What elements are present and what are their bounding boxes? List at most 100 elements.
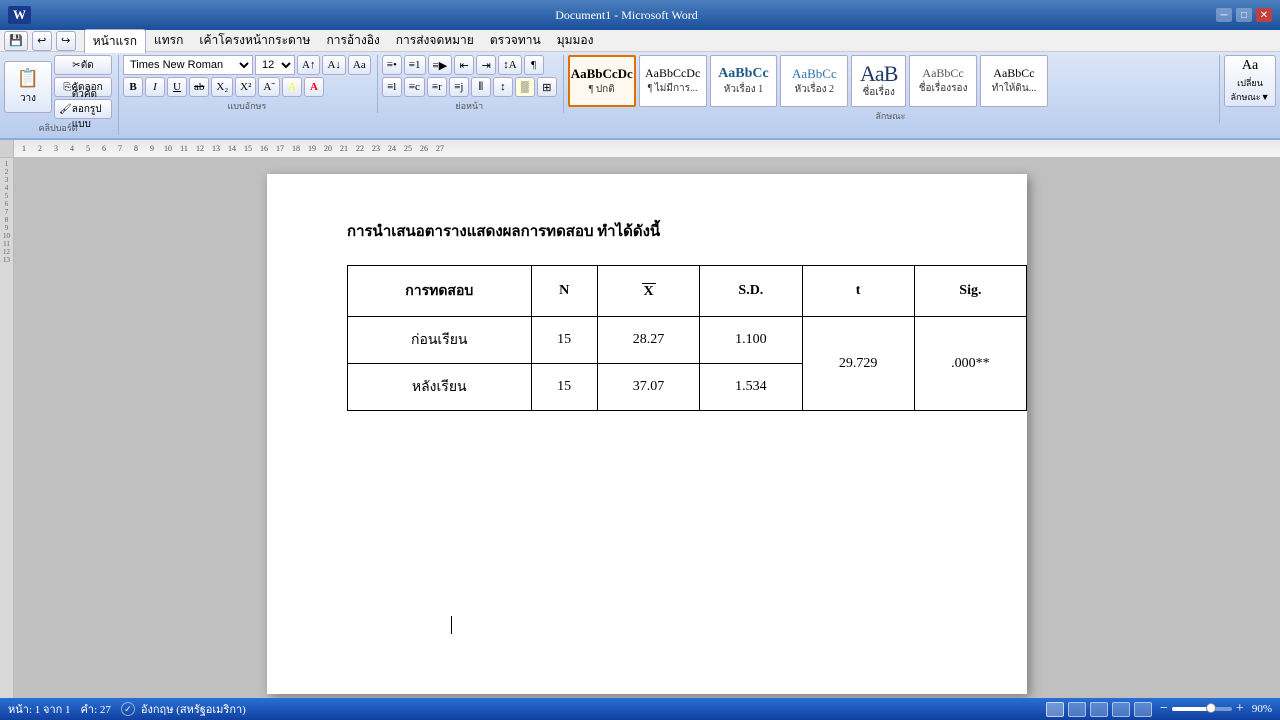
multilevel-button[interactable]: ≡▶ — [428, 55, 453, 75]
col-header-n: N — [531, 266, 597, 317]
view-print-button[interactable] — [1046, 702, 1064, 717]
grow-font-button[interactable]: A↑ — [297, 55, 320, 75]
clipboard-group: 📋 วาง ✂ ตัด ⎘ คัดลอก 🖌 ตัวคัดลอกรูปแบบ ค… — [4, 55, 119, 135]
cell-sig-merged: .000** — [914, 317, 1026, 411]
border-button[interactable]: ⊞ — [537, 77, 557, 97]
cell-n-1: 15 — [531, 317, 597, 364]
align-right-button[interactable]: ≡r — [427, 77, 447, 97]
menu-view[interactable]: มุมมอง — [549, 29, 602, 52]
menu-home[interactable]: หน้าแรก — [84, 29, 146, 53]
title-bar-text: Document1 - Microsoft Word — [37, 8, 1216, 23]
document-heading: การนำเสนอตารางแสดงผลการทดสอบ ทำได้ดังนี้ — [347, 219, 967, 243]
shrink-font-button[interactable]: A↓ — [322, 55, 345, 75]
styles-group: AaBbCcDc ¶ ปกติ AaBbCcDc ¶ ไม่มีการ... A… — [568, 55, 1220, 123]
numbering-button[interactable]: ≡1 — [404, 55, 426, 75]
bullets-button[interactable]: ≡• — [382, 55, 402, 75]
language: อังกฤษ (สหรัฐอเมริกา) — [141, 700, 246, 718]
col-header-sd: S.D. — [700, 266, 802, 317]
menu-references[interactable]: การอ้างอิง — [318, 29, 387, 52]
font-color-button[interactable]: A — [304, 77, 324, 97]
align-center-button[interactable]: ≡c — [404, 77, 425, 97]
decrease-indent-button[interactable]: ⇤ — [454, 55, 474, 75]
style-no-spacing[interactable]: AaBbCcDc ¶ ไม่มีการ... — [639, 55, 707, 107]
italic-button[interactable]: I — [145, 77, 165, 97]
font-group-label: แบบอักษร — [123, 99, 371, 113]
cell-xbar-1: 28.27 — [597, 317, 699, 364]
quick-access-save[interactable]: 💾 — [4, 31, 28, 51]
strikethrough-button[interactable]: ab — [189, 77, 209, 97]
view-fullscreen-button[interactable] — [1068, 702, 1086, 717]
style-emphasis[interactable]: AaBbCc ทำให้ดิน... — [980, 55, 1048, 107]
word-count: คำ: 27 — [81, 700, 111, 718]
ruler-corner — [0, 140, 14, 157]
columns-button[interactable]: ⫴ — [471, 77, 491, 97]
style-title[interactable]: AaB ชื่อเรื่อง — [851, 55, 906, 107]
format-painter-button[interactable]: 🖌 ตัวคัดลอกรูปแบบ — [54, 99, 112, 119]
paragraph-group-label: ย่อหน้า — [382, 99, 557, 113]
shading-button[interactable]: ▒ — [515, 77, 535, 97]
justify-button[interactable]: ≡j — [449, 77, 469, 97]
zoom-level: 90% — [1252, 703, 1272, 715]
menu-layout[interactable]: เค้าโครงหน้ากระดาษ — [191, 29, 318, 52]
zoom-out-button[interactable]: − — [1160, 701, 1168, 717]
view-draft-button[interactable] — [1134, 702, 1152, 717]
app-icon: W — [8, 6, 31, 24]
style-heading1[interactable]: AaBbCc หัวเรื่อง 1 — [710, 55, 778, 107]
style-subtitle[interactable]: AaBbCc ชื่อเรื่องรอง — [909, 55, 977, 107]
editing-group: Aa เปลี่ยนลักษณะ▼ — [1224, 55, 1276, 107]
clipboard-group-label: คลิปบอร์ด — [38, 121, 77, 135]
align-left-button[interactable]: ≡l — [382, 77, 402, 97]
col-header-test: การทดสอบ — [348, 266, 532, 317]
styles-group-label: ลักษณะ — [568, 109, 1213, 123]
sort-button[interactable]: ↕A — [498, 55, 521, 75]
view-outline-button[interactable] — [1112, 702, 1130, 717]
cell-test-2: หลังเรียน — [348, 364, 532, 411]
text-effects-button[interactable]: A˜ — [258, 77, 280, 97]
paste-label: วาง — [20, 91, 36, 106]
menu-mailings[interactable]: การส่งจดหมาย — [388, 29, 482, 52]
spelling-check-icon: ✓ — [121, 702, 135, 716]
increase-indent-button[interactable]: ⇥ — [476, 55, 496, 75]
change-styles-button[interactable]: Aa เปลี่ยนลักษณะ▼ — [1224, 55, 1276, 107]
superscript-button[interactable]: X² — [235, 77, 256, 97]
clear-format-button[interactable]: Aa — [348, 55, 371, 75]
vertical-ruler: 12345678910111213 — [0, 158, 14, 706]
font-name-select[interactable]: Times New Roman — [123, 55, 253, 75]
paragraph-group: ≡• ≡1 ≡▶ ⇤ ⇥ ↕A ¶ ≡l ≡c ≡r ≡j ⫴ ↕ ▒ ⊞ ย่… — [382, 55, 564, 113]
highlight-button[interactable]: A — [282, 77, 302, 97]
cell-sd-1: 1.100 — [700, 317, 802, 364]
style-heading2[interactable]: AaBbCc หัวเรื่อง 2 — [780, 55, 848, 107]
bold-button[interactable]: B — [123, 77, 143, 97]
show-hide-button[interactable]: ¶ — [524, 55, 544, 75]
col-header-xbar: X — [597, 266, 699, 317]
quick-access-undo[interactable]: ↩ — [32, 31, 52, 51]
document-page: การนำเสนอตารางแสดงผลการทดสอบ ทำได้ดังนี้… — [267, 174, 1027, 694]
line-spacing-button[interactable]: ↕ — [493, 77, 513, 97]
font-size-select[interactable]: 12 — [255, 55, 295, 75]
minimize-button[interactable]: ─ — [1216, 8, 1232, 22]
document-scroll-area[interactable]: การนำเสนอตารางแสดงผลการทดสอบ ทำได้ดังนี้… — [14, 158, 1280, 706]
status-bar: หน้า: 1 จาก 1 คำ: 27 ✓ อังกฤษ (สหรัฐอเมร… — [0, 698, 1280, 720]
close-button[interactable]: ✕ — [1256, 8, 1272, 22]
font-group: Times New Roman 12 A↑ A↓ Aa B I U ab X₂ … — [123, 55, 378, 113]
maximize-button[interactable]: □ — [1236, 8, 1252, 22]
cell-t-merged: 29.729 — [802, 317, 914, 411]
text-cursor — [451, 616, 452, 634]
col-header-t: t — [802, 266, 914, 317]
view-web-button[interactable] — [1090, 702, 1108, 717]
style-normal[interactable]: AaBbCcDc ¶ ปกติ — [568, 55, 636, 107]
subscript-button[interactable]: X₂ — [211, 77, 233, 97]
menu-insert[interactable]: แทรก — [146, 29, 191, 52]
zoom-in-button[interactable]: + — [1236, 701, 1244, 717]
cell-xbar-2: 37.07 — [597, 364, 699, 411]
cell-test-1: ก่อนเรียน — [348, 317, 532, 364]
cut-button[interactable]: ✂ ตัด — [54, 55, 112, 75]
page-info: หน้า: 1 จาก 1 — [8, 700, 71, 718]
col-header-sig: Sig. — [914, 266, 1026, 317]
zoom-slider[interactable] — [1172, 707, 1232, 711]
paste-button[interactable]: 📋 วาง — [4, 61, 52, 113]
horizontal-ruler: 1 2 3 4 5 6 7 8 9 10 11 12 13 14 15 16 1… — [14, 140, 1280, 157]
underline-button[interactable]: U — [167, 77, 187, 97]
menu-review[interactable]: ตรวจทาน — [482, 29, 549, 52]
quick-access-redo[interactable]: ↪ — [56, 31, 76, 51]
